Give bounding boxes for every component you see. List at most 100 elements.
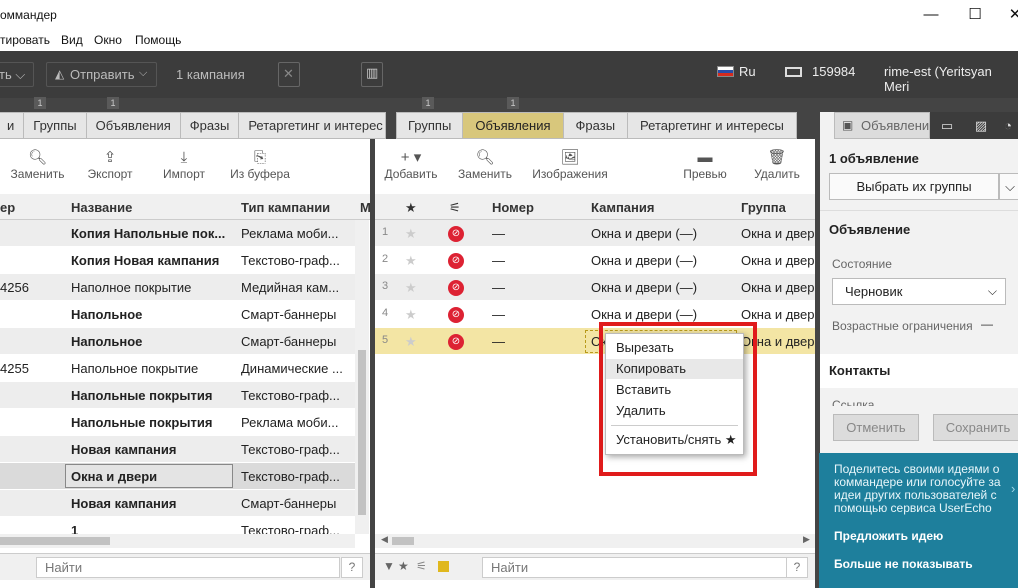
star-icon[interactable]: ★	[405, 280, 417, 296]
menu-item-delete[interactable]: Удалить	[606, 401, 743, 421]
star-icon[interactable]: ★	[405, 253, 417, 269]
col-more[interactable]: М	[360, 200, 371, 215]
table-row[interactable]: 4256 Наполное покрытие Медийная кам...	[0, 274, 355, 301]
star-icon[interactable]: ★	[405, 307, 417, 323]
tab-ads[interactable]: Объявления	[85, 112, 180, 139]
tab-phrases-partial[interactable]: и	[0, 112, 24, 139]
table-row[interactable]: 2 ★ ⊘ — Окна и двери (—) Окна и двер	[375, 247, 815, 274]
menu-edit[interactable]: тировать	[0, 33, 50, 47]
more-icon[interactable]: ◔	[998, 112, 1018, 139]
campaigns-grid-header: ер Название Тип кампании М	[0, 194, 371, 220]
replace-tool[interactable]: 🔍︎ Заменить	[457, 149, 513, 181]
select-groups-button[interactable]: Выбрать их группы	[829, 173, 999, 200]
col-group[interactable]: Группа	[741, 200, 786, 215]
flags-filter-icon[interactable]: ⚟	[416, 559, 427, 573]
help-button[interactable]: ?	[786, 557, 808, 578]
highlight-filter-icon[interactable]	[438, 561, 449, 572]
chevron-down-icon[interactable]: ⌵	[999, 173, 1018, 200]
tab-phrases[interactable]: Фразы	[179, 112, 239, 139]
layout-toggle-button[interactable]: ▥	[361, 62, 383, 87]
hide-banner-link[interactable]: Больше не показывать	[834, 557, 973, 571]
suggest-idea-link[interactable]: Предложить идею	[834, 529, 943, 543]
chevron-right-icon[interactable]: ›	[1011, 481, 1015, 496]
table-row[interactable]: 4255 Напольное покрытие Динамические ...	[0, 355, 355, 382]
scroll-right-icon[interactable]: ▶	[803, 534, 810, 545]
table-row[interactable]: Окна и двери Текстово-граф...	[0, 463, 355, 490]
tab-retargeting[interactable]: Ретаргетинг и интересы	[627, 112, 797, 139]
scroll-thumb[interactable]	[392, 537, 414, 545]
tab-ads[interactable]: Объявления	[462, 112, 563, 139]
scroll-thumb[interactable]	[358, 350, 366, 515]
table-row[interactable]: Копия Напольные пок... Реклама моби...	[0, 220, 355, 247]
from-clipboard-tool[interactable]: ⎘ Из буфера	[228, 149, 292, 181]
error-flag-icon[interactable]: ⊘	[448, 226, 464, 242]
import-tool[interactable]: ⤓ Импорт	[160, 149, 208, 181]
close-icon[interactable]: ✕	[995, 5, 1018, 27]
error-flag-icon[interactable]: ⊘	[448, 334, 464, 350]
col-number[interactable]: Номер	[492, 200, 534, 215]
table-row[interactable]: Напольные покрытия Текстово-граф...	[0, 382, 355, 409]
star-icon[interactable]: ★	[405, 226, 417, 242]
table-row[interactable]: 1 ★ ⊘ — Окна и двери (—) Окна и двер	[375, 220, 815, 247]
star-filter-icon[interactable]: ★	[398, 559, 409, 573]
export-tool[interactable]: ⇪ Экспорт	[84, 149, 136, 181]
help-button[interactable]: ?	[341, 557, 363, 578]
ads-count-title: 1 объявление	[829, 151, 919, 166]
action-dropdown[interactable]: ть ⌵	[0, 62, 34, 87]
menu-view[interactable]: Вид	[61, 33, 83, 47]
send-button[interactable]: ◭ Отправить ⌵	[46, 62, 157, 87]
table-row[interactable]: Напольные покрытия Реклама моби...	[0, 409, 355, 436]
scroll-left-icon[interactable]: ◀	[381, 534, 388, 545]
cancel-button[interactable]: Отменить	[833, 414, 919, 441]
sidebar-tab-ads[interactable]: ▣ Объявлени	[834, 112, 930, 139]
menu-item-paste[interactable]: Вставить	[606, 380, 743, 400]
add-tool[interactable]: + ▾ Добавить	[383, 149, 439, 181]
search-input[interactable]: Найти	[482, 557, 804, 578]
error-flag-icon[interactable]: ⊘	[448, 280, 464, 296]
table-row[interactable]: 3 ★ ⊘ — Окна и двери (—) Окна и двер	[375, 274, 815, 301]
center-horizontal-scrollbar[interactable]: ◀ ▶	[375, 534, 815, 548]
table-row[interactable]: Новая кампания Текстово-граф...	[0, 436, 355, 463]
images-tool[interactable]: 🖼︎ Изображения	[530, 149, 610, 181]
error-flag-icon[interactable]: ⊘	[448, 253, 464, 269]
minimize-icon[interactable]: —	[911, 5, 951, 27]
filter-icon[interactable]: ▼	[383, 559, 395, 573]
col-star[interactable]: ★	[405, 200, 417, 216]
replace-tool[interactable]: 🔍︎ Заменить	[10, 149, 65, 181]
scroll-thumb[interactable]	[0, 537, 110, 545]
col-type[interactable]: Тип кампании	[241, 200, 330, 215]
table-row[interactable]: Копия Новая кампания Текстово-граф...	[0, 247, 355, 274]
menu-item-cut[interactable]: Вырезать	[606, 338, 743, 358]
tab-groups[interactable]: Группы	[23, 112, 86, 139]
collapse-button[interactable]: ✕	[278, 62, 300, 87]
save-button[interactable]: Сохранить	[933, 414, 1018, 441]
menu-item-toggle-star[interactable]: Установить/снять ★	[606, 430, 743, 450]
left-vertical-scrollbar[interactable]	[355, 220, 369, 534]
language-selector[interactable]: Ru	[739, 64, 756, 79]
search-input[interactable]: Найти	[36, 557, 340, 578]
table-row[interactable]: Напольное Смарт-баннеры	[0, 301, 355, 328]
table-row[interactable]: Новая кампания Смарт-баннеры	[0, 490, 355, 517]
tab-groups[interactable]: Группы	[396, 112, 463, 139]
table-row[interactable]: Напольное Смарт-баннеры	[0, 328, 355, 355]
image-icon[interactable]: ▨	[964, 112, 998, 139]
tab-retargeting[interactable]: Ретаргетинг и интерес	[238, 112, 387, 139]
delete-tool[interactable]: 🗑︎ Удалить	[752, 149, 802, 181]
preview-tool[interactable]: ▬ Превью	[680, 149, 730, 181]
col-number[interactable]: ер	[0, 200, 15, 215]
menu-item-copy[interactable]: Копировать	[606, 359, 743, 379]
col-name[interactable]: Название	[71, 200, 132, 215]
user-name[interactable]: rime-est (Yeritsyan Meri	[884, 64, 1018, 94]
error-flag-icon[interactable]: ⊘	[448, 307, 464, 323]
col-campaign[interactable]: Кампания	[591, 200, 654, 215]
campaign-name: Новая кампания	[71, 496, 177, 511]
menu-window[interactable]: Окно	[94, 33, 122, 47]
maximize-icon[interactable]: ☐	[955, 5, 995, 27]
row-index: 3	[382, 280, 389, 292]
left-horizontal-scrollbar[interactable]	[0, 534, 355, 548]
tab-phrases[interactable]: Фразы	[562, 112, 628, 139]
state-select[interactable]: Черновик ⌵	[832, 278, 1006, 305]
card-icon[interactable]: ▭	[930, 112, 964, 139]
star-icon[interactable]: ★	[405, 334, 417, 350]
menu-help[interactable]: Помощь	[135, 33, 181, 47]
